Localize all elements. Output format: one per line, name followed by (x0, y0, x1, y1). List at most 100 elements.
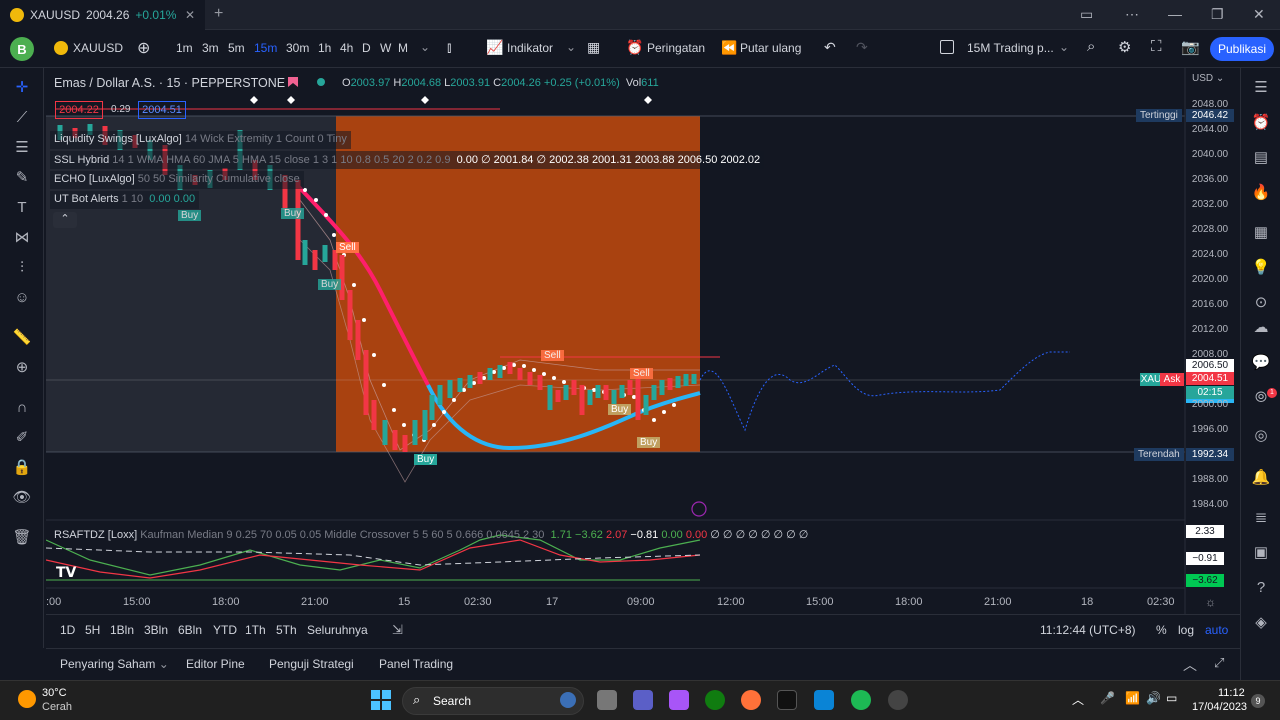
replay-icon[interactable]: ⏪ (721, 40, 737, 56)
timeframe-5m[interactable]: 5m (228, 41, 245, 55)
pine-editor-tab[interactable]: Editor Pine (186, 657, 245, 671)
weather-temp[interactable]: 30°C (42, 687, 67, 699)
indicators-button[interactable]: Indikator (507, 41, 553, 55)
cloud-icon[interactable]: ☁ (1251, 318, 1271, 338)
timeframe-3m[interactable]: 3m (202, 41, 219, 55)
indicator-liquidity-swings[interactable]: Liquidity Swings [LuxAlgo] 14 Wick Extre… (50, 131, 351, 149)
timeframe-15m[interactable]: 15m (254, 41, 277, 55)
crosshair-icon[interactable]: ✛ (12, 78, 32, 98)
eye-icon[interactable]: 👁 (12, 488, 32, 508)
layers-icon[interactable]: ◈ (1251, 613, 1271, 633)
gear-icon[interactable]: ⚙ (1118, 38, 1131, 56)
rsi-legend[interactable]: RSAFTDZ [Loxx] Kaufman Median 9 0.25 70 … (54, 528, 808, 541)
range-button-1bln[interactable]: 1Bln (110, 623, 134, 637)
taskbar-time[interactable]: 11:12 (1218, 687, 1245, 699)
range-button-6bln[interactable]: 6Bln (178, 623, 202, 637)
compare-add-icon[interactable]: ⊕ (137, 38, 150, 58)
chevron-down-icon[interactable]: ⌄ (420, 40, 430, 54)
search-icon[interactable]: ⌕ (1087, 38, 1095, 55)
auto-toggle[interactable]: auto (1205, 623, 1228, 637)
lock-icon[interactable]: 🔒 (12, 458, 32, 478)
range-button-ytd[interactable]: YTD (213, 623, 237, 637)
tradingview-app-icon[interactable] (777, 690, 797, 710)
date-range-icon[interactable]: ⇲ (392, 622, 403, 638)
tab-close-icon[interactable]: ✕ (185, 8, 195, 22)
range-button-5th[interactable]: 5Th (276, 623, 297, 637)
camera-icon[interactable]: 📷 (1181, 38, 1200, 56)
zoom-icon[interactable]: ⊕ (12, 358, 32, 378)
ideas-icon[interactable]: 💡 (1251, 258, 1271, 278)
teams-icon[interactable] (633, 690, 653, 710)
axis-settings-icon[interactable]: ☼ (1205, 595, 1216, 609)
notification-count[interactable]: 9 (1251, 694, 1265, 708)
timeframe-1m[interactable]: 1m (176, 41, 193, 55)
prediction-icon[interactable]: ⫶ (12, 258, 32, 278)
expand-icon[interactable]: ⤢ (1214, 655, 1224, 671)
alerts-clock-icon[interactable]: ⏰ (1251, 113, 1271, 133)
range-button-seluruhnya[interactable]: Seluruhnya (307, 623, 368, 637)
battery-icon[interactable]: ▭ (1166, 691, 1177, 705)
alerts-button[interactable]: Peringatan (647, 41, 705, 55)
trading-panel-tab[interactable]: Panel Trading (379, 657, 453, 671)
wifi-icon[interactable]: 📶 (1125, 691, 1140, 705)
dom-icon[interactable]: ≣ (1251, 508, 1271, 528)
tradingview-logo[interactable]: TV (56, 565, 76, 581)
cast-icon[interactable]: ▭ (1080, 6, 1093, 23)
chat-icon[interactable]: 💬 (1251, 353, 1271, 373)
firefox-icon[interactable] (741, 690, 761, 710)
layout-icon[interactable] (940, 40, 954, 54)
stock-screener-tab[interactable]: Penyaring Saham ⌄ (60, 657, 169, 671)
ruler-icon[interactable]: 📏 (12, 328, 32, 348)
redo-icon[interactable]: ↷ (856, 39, 868, 56)
layout-name[interactable]: 15M Trading p... (967, 41, 1054, 55)
windows-start-icon[interactable] (371, 690, 391, 710)
more-icon[interactable]: ⋯ (1125, 6, 1139, 23)
magnet-icon[interactable]: ∩ (12, 398, 32, 418)
taskbar-date[interactable]: 17/04/2023 (1192, 701, 1247, 713)
app-icon[interactable] (669, 690, 689, 710)
range-button-3bln[interactable]: 3Bln (144, 623, 168, 637)
app-icon-3[interactable] (888, 690, 908, 710)
chart-title[interactable]: Emas / Dollar A.S. · 15 · PEPPERSTONE (54, 76, 285, 90)
range-button-5h[interactable]: 5H (85, 623, 100, 637)
symbol-search[interactable]: XAUUSD (54, 41, 123, 55)
pattern-icon[interactable]: ⋈ (12, 228, 32, 248)
buy-price-box[interactable]: 2004.51 (138, 101, 186, 119)
timezone-clock[interactable]: 11:12:44 (UTC+8) (1040, 623, 1136, 637)
indicator-ssl-hybrid[interactable]: SSL Hybrid 14 1 WMA HMA 60 JMA 5 HMA 15 … (50, 151, 765, 169)
hotlist-icon[interactable]: 🔥 (1251, 183, 1271, 203)
percent-toggle[interactable]: % (1156, 623, 1167, 637)
range-button-1th[interactable]: 1Th (245, 623, 266, 637)
timeframe-1h[interactable]: 1h (318, 41, 331, 55)
taskbar-search[interactable] (402, 687, 584, 715)
alarm-icon[interactable]: ⏰ (626, 39, 643, 56)
text-icon[interactable]: T (12, 198, 32, 218)
fullscreen-icon[interactable]: ⛶ (1151, 38, 1162, 55)
weather-desc[interactable]: Cerah (42, 701, 72, 713)
trash-icon[interactable]: 🗑 (12, 528, 32, 548)
minimize-button[interactable]: — (1168, 6, 1182, 22)
timeframe-M[interactable]: M (398, 41, 408, 55)
indicator-echo[interactable]: ECHO [LuxAlgo] 50 50 Similarity Cumulati… (50, 171, 304, 189)
chevron-up-icon[interactable]: ︿ (1072, 691, 1084, 708)
range-button-1d[interactable]: 1D (60, 623, 75, 637)
bell-icon[interactable]: 🔔 (1251, 468, 1271, 488)
replay-button[interactable]: Putar ulang (740, 41, 801, 55)
emoji-icon[interactable]: ☺ (12, 288, 32, 308)
timeframe-4h[interactable]: 4h (340, 41, 353, 55)
chevron-down-icon[interactable]: ⌄ (1059, 40, 1069, 54)
log-toggle[interactable]: log (1178, 623, 1194, 637)
brush-icon[interactable]: ✎ (12, 168, 32, 188)
data-window-icon[interactable]: ▤ (1251, 148, 1271, 168)
timeframe-W[interactable]: W (380, 41, 391, 55)
streams-icon[interactable]: ⊙ (1251, 293, 1271, 313)
undo-icon[interactable]: ↶ (824, 39, 836, 56)
task-view-icon[interactable] (597, 690, 617, 710)
maximize-button[interactable]: ❐ (1211, 6, 1224, 23)
calendar-icon[interactable]: ▦ (1251, 223, 1271, 243)
new-tab-button[interactable]: + (214, 5, 223, 23)
close-window-button[interactable]: ✕ (1253, 6, 1265, 23)
collapse-indicators-button[interactable]: ⌃ (53, 212, 77, 228)
currency-selector[interactable]: USD ⌄ (1192, 73, 1224, 84)
trendline-icon[interactable]: ⟋ (12, 108, 32, 128)
